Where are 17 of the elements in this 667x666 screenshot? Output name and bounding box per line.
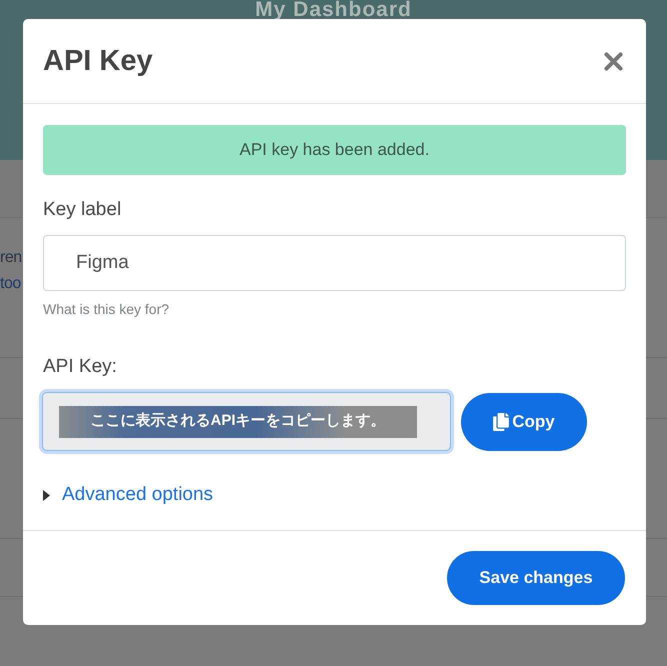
copy-button[interactable]: Copy — [461, 392, 587, 450]
field-label: API Key: — [43, 356, 117, 378]
advanced-options-link[interactable]: Advanced options — [62, 484, 214, 506]
api-key-field[interactable]: ここに表示されるAPIキーをコピーします。 — [42, 392, 451, 451]
success-alert: API key has been added. — [43, 125, 626, 175]
copy-icon — [493, 412, 510, 430]
key-notice: ここに表示されるAPIキーをコピーします。 — [59, 406, 417, 438]
page-heading: My Dashboard — [255, 0, 412, 19]
field-hint: What is this key for? — [43, 300, 170, 318]
text-fragment: ren — [0, 248, 22, 268]
key-label-input[interactable]: Figma — [43, 235, 626, 291]
save-changes-button[interactable]: Save changes — [447, 551, 625, 605]
modal-title: API Key — [43, 44, 153, 80]
caret-icon[interactable] — [43, 490, 50, 500]
close-icon[interactable] — [604, 52, 623, 70]
link-fragment[interactable]: too — [0, 274, 21, 294]
field-label: Key label — [43, 199, 122, 221]
